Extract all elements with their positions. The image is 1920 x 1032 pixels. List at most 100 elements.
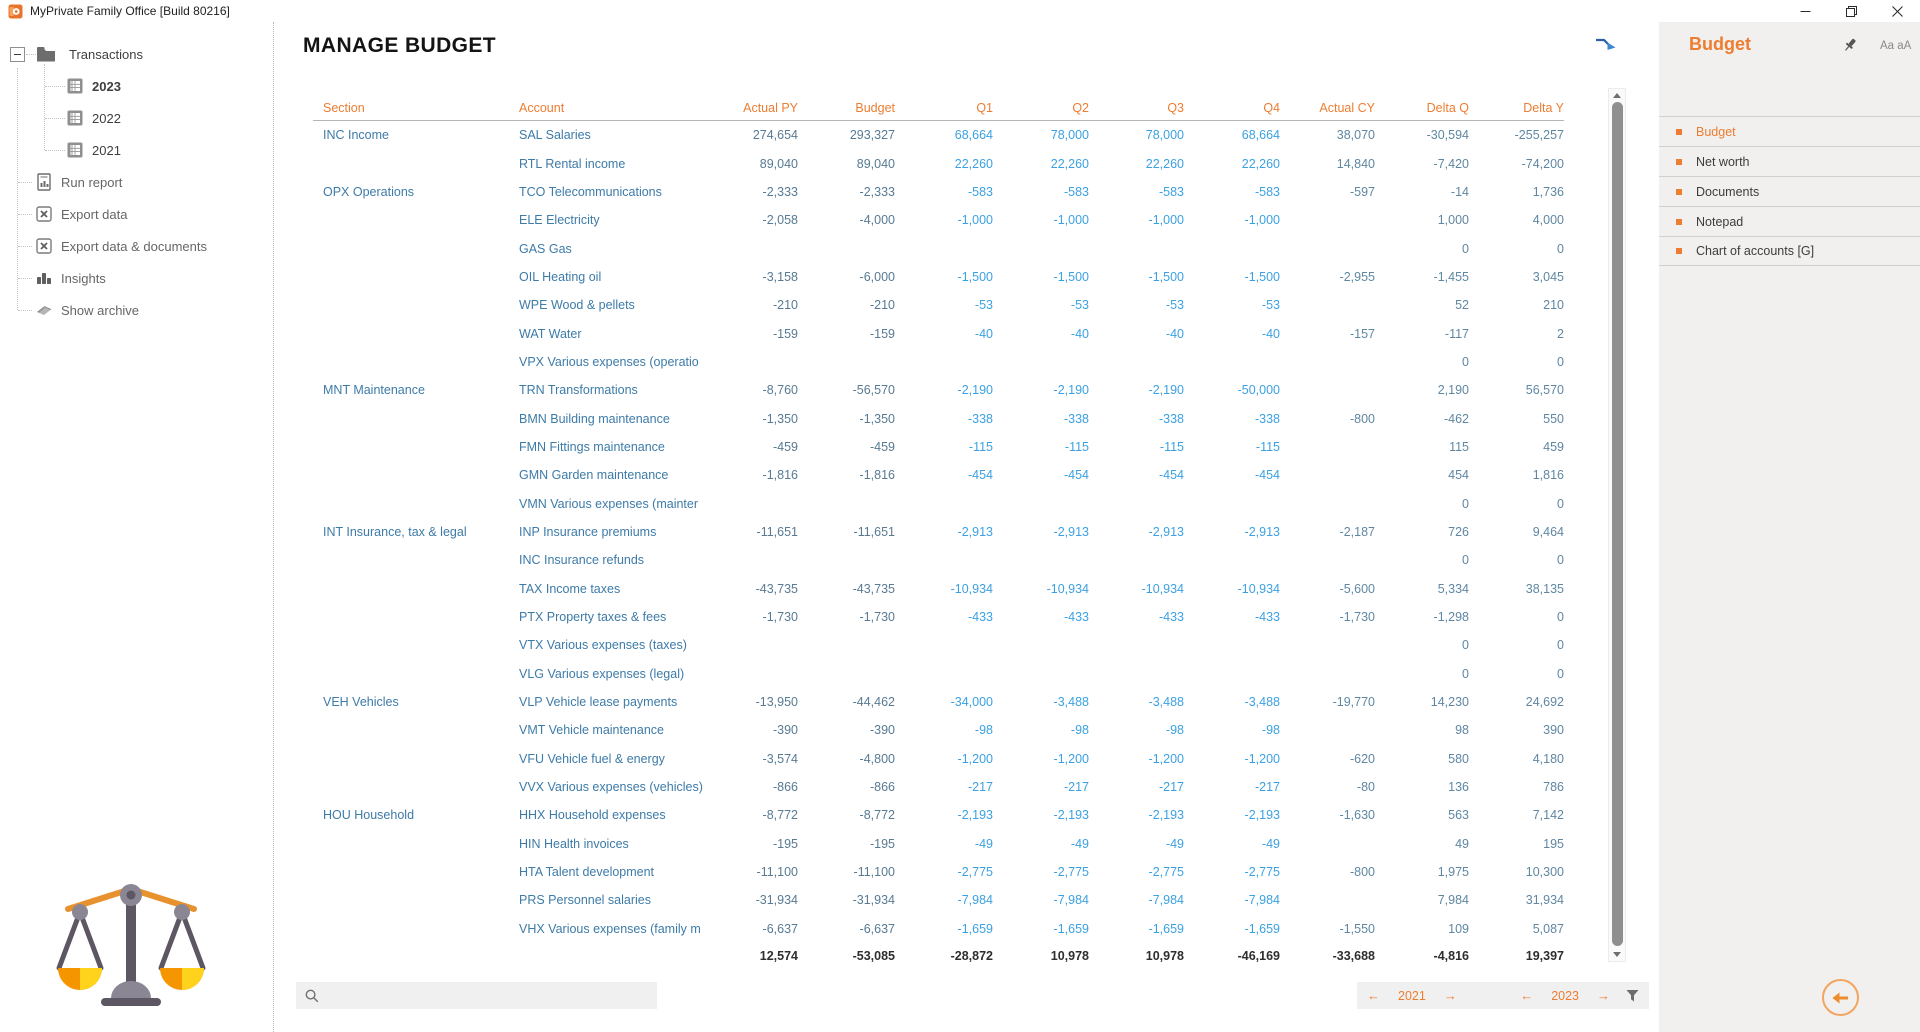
table-row[interactable]: MNT Maintenance TRN Transformations -8,7… bbox=[313, 376, 1564, 404]
actual-py-cell: -11,100 bbox=[715, 865, 798, 879]
table-row[interactable]: VMT Vehicle maintenance -390 -390 -98 -9… bbox=[313, 716, 1564, 744]
restore-button[interactable] bbox=[1828, 0, 1874, 22]
delta-q-cell: -7,420 bbox=[1375, 157, 1469, 171]
archive-book-icon bbox=[35, 301, 53, 319]
table-row[interactable]: VMN Various expenses (mainter 0 0 bbox=[313, 489, 1564, 517]
pin-icon[interactable] bbox=[1842, 37, 1858, 53]
sidebar-item-label: 2022 bbox=[92, 111, 121, 126]
panel-menu-item[interactable]: Chart of accounts [G] bbox=[1659, 236, 1920, 266]
tree-root-transactions[interactable]: Transactions bbox=[10, 44, 143, 64]
delta-q-cell: 726 bbox=[1375, 525, 1469, 539]
total-budget: -53,085 bbox=[798, 949, 895, 963]
sidebar-item-year[interactable]: 2022 bbox=[66, 108, 121, 128]
app-icon bbox=[8, 4, 23, 19]
sidebar-item-insights[interactable]: Insights bbox=[35, 268, 106, 288]
table-row[interactable]: RTL Rental income 89,040 89,040 22,260 2… bbox=[313, 149, 1564, 177]
scroll-up-arrow-icon[interactable] bbox=[1613, 93, 1621, 98]
vertical-scrollbar[interactable] bbox=[1608, 88, 1626, 962]
delta-q-cell: -30,594 bbox=[1375, 128, 1469, 142]
window-title: MyPrivate Family Office [Build 80216] bbox=[30, 4, 230, 18]
table-row[interactable]: OPX Operations TCO Telecommunications -2… bbox=[313, 178, 1564, 206]
sidebar-item-year[interactable]: 2021 bbox=[66, 140, 121, 160]
account-cell: WAT Water bbox=[519, 327, 715, 341]
col-header-actual-py: Actual PY bbox=[715, 101, 798, 120]
prev-left-year-arrow[interactable]: ← bbox=[1367, 988, 1380, 1003]
jump-arrow-icon[interactable] bbox=[1593, 36, 1617, 54]
col-header-actual-cy: Actual CY bbox=[1280, 101, 1375, 120]
table-row[interactable]: ELE Electricity -2,058 -4,000 -1,000 -1,… bbox=[313, 206, 1564, 234]
next-left-year-arrow[interactable]: → bbox=[1444, 988, 1457, 1003]
q3-cell: -3,488 bbox=[1089, 695, 1184, 709]
table-row[interactable]: INC Insurance refunds 0 0 bbox=[313, 546, 1564, 574]
table-row[interactable]: VVX Various expenses (vehicles) -866 -86… bbox=[313, 773, 1564, 801]
table-row[interactable]: PTX Property taxes & fees -1,730 -1,730 … bbox=[313, 603, 1564, 631]
close-button[interactable] bbox=[1874, 0, 1920, 22]
account-cell: VLG Various expenses (legal) bbox=[519, 667, 715, 681]
panel-menu-item[interactable]: Notepad bbox=[1659, 206, 1920, 236]
q2-cell: -40 bbox=[993, 327, 1089, 341]
prev-right-year-arrow[interactable]: ← bbox=[1520, 988, 1533, 1003]
filter-icon[interactable] bbox=[1626, 989, 1639, 1003]
panel-menu-item[interactable]: Documents bbox=[1659, 176, 1920, 206]
budget-cell: -31,934 bbox=[798, 893, 895, 907]
page-title: MANAGE BUDGET bbox=[303, 34, 496, 58]
sidebar-item-label: 2021 bbox=[92, 143, 121, 158]
q3-cell: -49 bbox=[1089, 837, 1184, 851]
actual-cy-cell: -800 bbox=[1280, 412, 1375, 426]
q1-cell: -1,659 bbox=[895, 922, 993, 936]
delta-q-cell: 14,230 bbox=[1375, 695, 1469, 709]
q1-cell: -2,193 bbox=[895, 808, 993, 822]
table-row[interactable]: VHX Various expenses (family m -6,637 -6… bbox=[313, 915, 1564, 943]
table-row[interactable]: VLG Various expenses (legal) 0 0 bbox=[313, 660, 1564, 688]
delta-q-cell: 0 bbox=[1375, 497, 1469, 511]
table-row[interactable]: VFU Vehicle fuel & energy -3,574 -4,800 … bbox=[313, 745, 1564, 773]
delta-q-cell: 1,000 bbox=[1375, 213, 1469, 227]
panel-menu-item-label: Net worth bbox=[1696, 155, 1750, 169]
delta-y-cell: 3,045 bbox=[1469, 270, 1564, 284]
table-row[interactable]: FMN Fittings maintenance -459 -459 -115 … bbox=[313, 433, 1564, 461]
bullet-icon bbox=[1676, 189, 1682, 195]
table-row[interactable]: VTX Various expenses (taxes) 0 0 bbox=[313, 631, 1564, 659]
table-row[interactable]: WPE Wood & pellets -210 -210 -53 -53 -53… bbox=[313, 291, 1564, 319]
budget-cell: -2,333 bbox=[798, 185, 895, 199]
sidebar-item-show-archive[interactable]: Show archive bbox=[35, 300, 139, 320]
scroll-down-arrow-icon[interactable] bbox=[1613, 952, 1621, 957]
q2-cell: -2,190 bbox=[993, 383, 1089, 397]
table-row[interactable]: INT Insurance, tax & legal INP Insurance… bbox=[313, 518, 1564, 546]
q1-cell: -40 bbox=[895, 327, 993, 341]
tree-line bbox=[18, 310, 32, 311]
minimize-button[interactable] bbox=[1782, 0, 1828, 22]
panel-menu-item[interactable]: Net worth bbox=[1659, 146, 1920, 176]
table-row[interactable]: HOU Household HHX Household expenses -8,… bbox=[313, 801, 1564, 829]
sidebar-item-export-data[interactable]: Export data bbox=[35, 204, 128, 224]
table-row[interactable]: VEH Vehicles VLP Vehicle lease payments … bbox=[313, 688, 1564, 716]
actual-py-cell: -159 bbox=[715, 327, 798, 341]
table-row[interactable]: GAS Gas 0 0 bbox=[313, 234, 1564, 262]
scrollbar-thumb[interactable] bbox=[1612, 102, 1623, 946]
delta-q-cell: 1,975 bbox=[1375, 865, 1469, 879]
search-input[interactable] bbox=[325, 982, 657, 1009]
budget-cell: -4,000 bbox=[798, 213, 895, 227]
tree-collapse-toggle[interactable] bbox=[10, 47, 25, 62]
table-row[interactable]: BMN Building maintenance -1,350 -1,350 -… bbox=[313, 404, 1564, 432]
sidebar-item-export-data-documents[interactable]: Export data & documents bbox=[35, 236, 207, 256]
delta-y-cell: 31,934 bbox=[1469, 893, 1564, 907]
q1-cell: -2,190 bbox=[895, 383, 993, 397]
table-row[interactable]: HIN Health invoices -195 -195 -49 -49 -4… bbox=[313, 830, 1564, 858]
sidebar-item-year[interactable]: 2023 bbox=[66, 76, 121, 96]
table-row[interactable]: OIL Heating oil -3,158 -6,000 -1,500 -1,… bbox=[313, 263, 1564, 291]
font-size-controls[interactable]: Aa aA bbox=[1880, 40, 1911, 52]
table-row[interactable]: VPX Various expenses (operatio 0 0 bbox=[313, 348, 1564, 376]
table-row[interactable]: PRS Personnel salaries -31,934 -31,934 -… bbox=[313, 886, 1564, 914]
table-row[interactable]: TAX Income taxes -43,735 -43,735 -10,934… bbox=[313, 575, 1564, 603]
table-row[interactable]: INC Income SAL Salaries 274,654 293,327 … bbox=[313, 121, 1564, 149]
table-row[interactable]: WAT Water -159 -159 -40 -40 -40 -40 -157… bbox=[313, 319, 1564, 347]
q4-cell: -1,659 bbox=[1184, 922, 1280, 936]
table-row[interactable]: HTA Talent development -11,100 -11,100 -… bbox=[313, 858, 1564, 886]
back-button[interactable] bbox=[1822, 979, 1859, 1016]
table-row[interactable]: GMN Garden maintenance -1,816 -1,816 -45… bbox=[313, 461, 1564, 489]
sidebar-item-run-report[interactable]: Run report bbox=[35, 172, 122, 192]
actual-py-cell: -459 bbox=[715, 440, 798, 454]
panel-menu-item[interactable]: Budget bbox=[1659, 116, 1920, 146]
next-right-year-arrow[interactable]: → bbox=[1597, 988, 1610, 1003]
